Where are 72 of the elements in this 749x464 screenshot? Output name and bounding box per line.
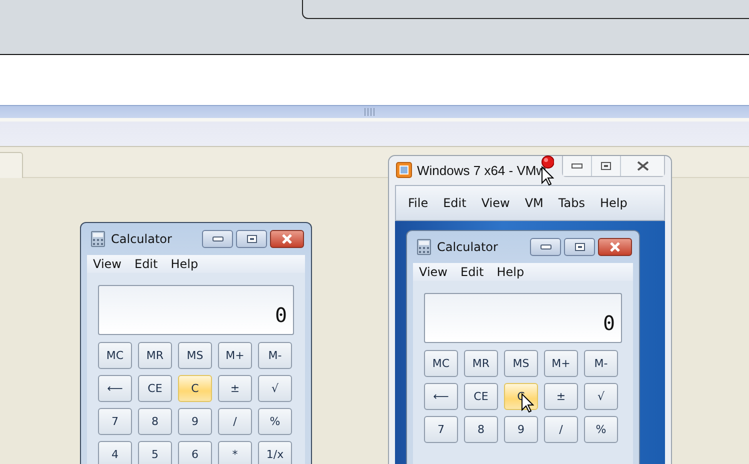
calculator-key[interactable]: M+ bbox=[218, 342, 252, 369]
calculator-key[interactable]: 4 bbox=[98, 441, 132, 464]
menu-item[interactable]: VM bbox=[524, 196, 544, 210]
close-button[interactable] bbox=[621, 156, 664, 176]
menu-item[interactable]: View bbox=[419, 265, 448, 279]
calculator-key[interactable]: √ bbox=[584, 383, 618, 410]
close-button[interactable] bbox=[598, 238, 632, 256]
calculator-key[interactable]: CE bbox=[464, 383, 498, 410]
minimize-button[interactable] bbox=[202, 230, 233, 248]
maximize-icon bbox=[600, 161, 612, 171]
calculator-key[interactable]: MR bbox=[464, 350, 498, 377]
menu-item[interactable]: Edit bbox=[460, 265, 484, 279]
calculator-key[interactable]: * bbox=[218, 441, 252, 464]
app-icon bbox=[396, 162, 412, 178]
minimize-button[interactable] bbox=[563, 156, 592, 176]
grip-icon bbox=[364, 108, 376, 116]
calculator-key[interactable]: 7 bbox=[98, 408, 132, 435]
calculator-key[interactable]: M+ bbox=[544, 350, 578, 377]
calculator-key[interactable]: / bbox=[218, 408, 252, 435]
maximize-button[interactable] bbox=[236, 230, 267, 248]
calculator-key[interactable]: 9 bbox=[178, 408, 212, 435]
maximize-button[interactable] bbox=[564, 238, 595, 256]
calculator-key[interactable]: 9 bbox=[504, 416, 538, 443]
minimize-icon bbox=[212, 236, 224, 242]
display-value: 0 bbox=[602, 312, 615, 334]
calculator-key[interactable]: % bbox=[258, 408, 292, 435]
menu-item[interactable]: File bbox=[408, 196, 428, 210]
calculator-key[interactable]: % bbox=[584, 416, 618, 443]
minimize-button[interactable] bbox=[530, 238, 561, 256]
calculator-key[interactable]: MS bbox=[178, 342, 212, 369]
menu-item[interactable]: Help bbox=[496, 265, 524, 279]
calculator-key[interactable]: 8 bbox=[138, 408, 172, 435]
calculator-key[interactable]: / bbox=[544, 416, 578, 443]
maximize-icon bbox=[574, 242, 586, 252]
menu-item[interactable]: Tabs bbox=[558, 196, 585, 210]
calculator-key[interactable]: 1/x bbox=[258, 441, 292, 464]
menu-item[interactable]: View bbox=[481, 196, 510, 210]
close-icon bbox=[636, 161, 648, 171]
close-button[interactable] bbox=[270, 230, 304, 248]
menu-item[interactable]: Help bbox=[600, 196, 628, 210]
menu-item[interactable]: Edit bbox=[134, 257, 158, 271]
window-title: Calculator bbox=[111, 232, 172, 246]
calculator-key[interactable]: 8 bbox=[464, 416, 498, 443]
calculator-key[interactable]: 6 bbox=[178, 441, 212, 464]
calculator-key[interactable]: MS bbox=[504, 350, 538, 377]
calculator-key[interactable]: ⟵ bbox=[98, 375, 132, 402]
menu-item[interactable]: View bbox=[93, 257, 122, 271]
menu-item[interactable]: Edit bbox=[443, 196, 466, 210]
calculator-key[interactable]: 5 bbox=[138, 441, 172, 464]
calculator-key[interactable]: MC bbox=[98, 342, 132, 369]
calculator-key[interactable]: M- bbox=[258, 342, 292, 369]
calculator-key[interactable]: M- bbox=[584, 350, 618, 377]
minimize-icon bbox=[540, 244, 552, 250]
maximize-icon bbox=[246, 234, 258, 244]
calculator-key[interactable]: √ bbox=[258, 375, 292, 402]
calculator-icon bbox=[91, 231, 105, 247]
window-title: Calculator bbox=[437, 240, 498, 254]
calculator-key[interactable]: ± bbox=[218, 375, 252, 402]
close-icon bbox=[280, 234, 294, 244]
calculator-key[interactable]: MC bbox=[424, 350, 458, 377]
close-icon bbox=[608, 242, 622, 252]
menu-item[interactable]: Help bbox=[170, 257, 198, 271]
calculator-key[interactable]: C bbox=[178, 375, 212, 402]
minimize-icon bbox=[571, 163, 583, 169]
display-value: 0 bbox=[274, 304, 287, 326]
calculator-key[interactable]: 7 bbox=[424, 416, 458, 443]
calculator-icon bbox=[417, 239, 431, 255]
calculator-key[interactable]: CE bbox=[138, 375, 172, 402]
calculator-key[interactable]: MR bbox=[138, 342, 172, 369]
calculator-key[interactable]: ⟵ bbox=[424, 383, 458, 410]
maximize-button[interactable] bbox=[592, 156, 621, 176]
calculator-key[interactable]: ± bbox=[544, 383, 578, 410]
